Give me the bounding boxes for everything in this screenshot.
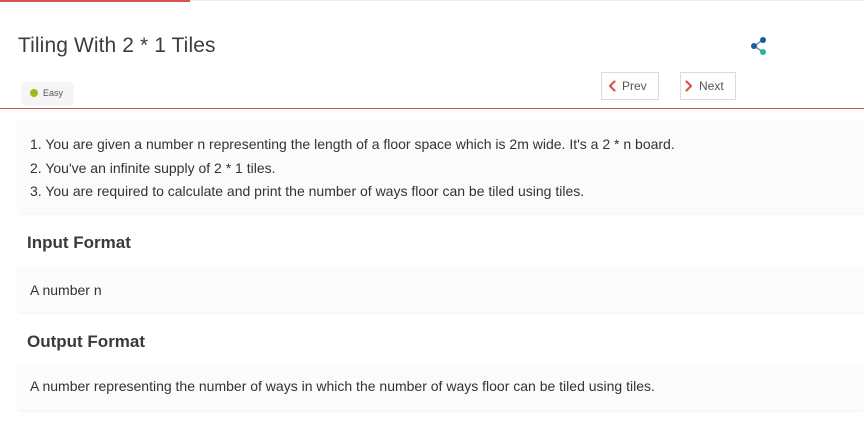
difficulty-dot-icon <box>30 89 38 97</box>
header-divider <box>0 108 864 109</box>
input-format-heading: Input Format <box>27 233 131 252</box>
next-button[interactable]: Next <box>680 72 736 100</box>
input-format-card: A number n <box>18 267 864 312</box>
prev-label: Prev <box>622 79 647 93</box>
chevron-right-icon <box>685 80 693 92</box>
problem-title: Tiling With 2 * 1 Tiles <box>18 34 216 57</box>
difficulty-badge: Easy <box>22 82 74 104</box>
input-format-text: A number n <box>30 282 102 298</box>
prev-button[interactable]: Prev <box>601 72 659 100</box>
output-format-card: A number representing the number of ways… <box>18 365 864 410</box>
next-label: Next <box>699 79 724 93</box>
chevron-left-icon <box>608 80 616 92</box>
output-format-heading: Output Format <box>27 332 146 351</box>
description-line: 1. You are given a number n representing… <box>30 136 675 152</box>
description-line: 3. You are required to calculate and pri… <box>30 183 585 199</box>
top-divider <box>190 0 864 1</box>
output-format-text: A number representing the number of ways… <box>30 378 655 394</box>
difficulty-label: Easy <box>43 88 64 98</box>
top-progress-accent <box>0 0 190 2</box>
problem-description: 1. You are given a number n representing… <box>18 120 864 213</box>
share-icon[interactable] <box>749 36 769 56</box>
description-line: 2. You've an infinite supply of 2 * 1 ti… <box>30 159 276 176</box>
